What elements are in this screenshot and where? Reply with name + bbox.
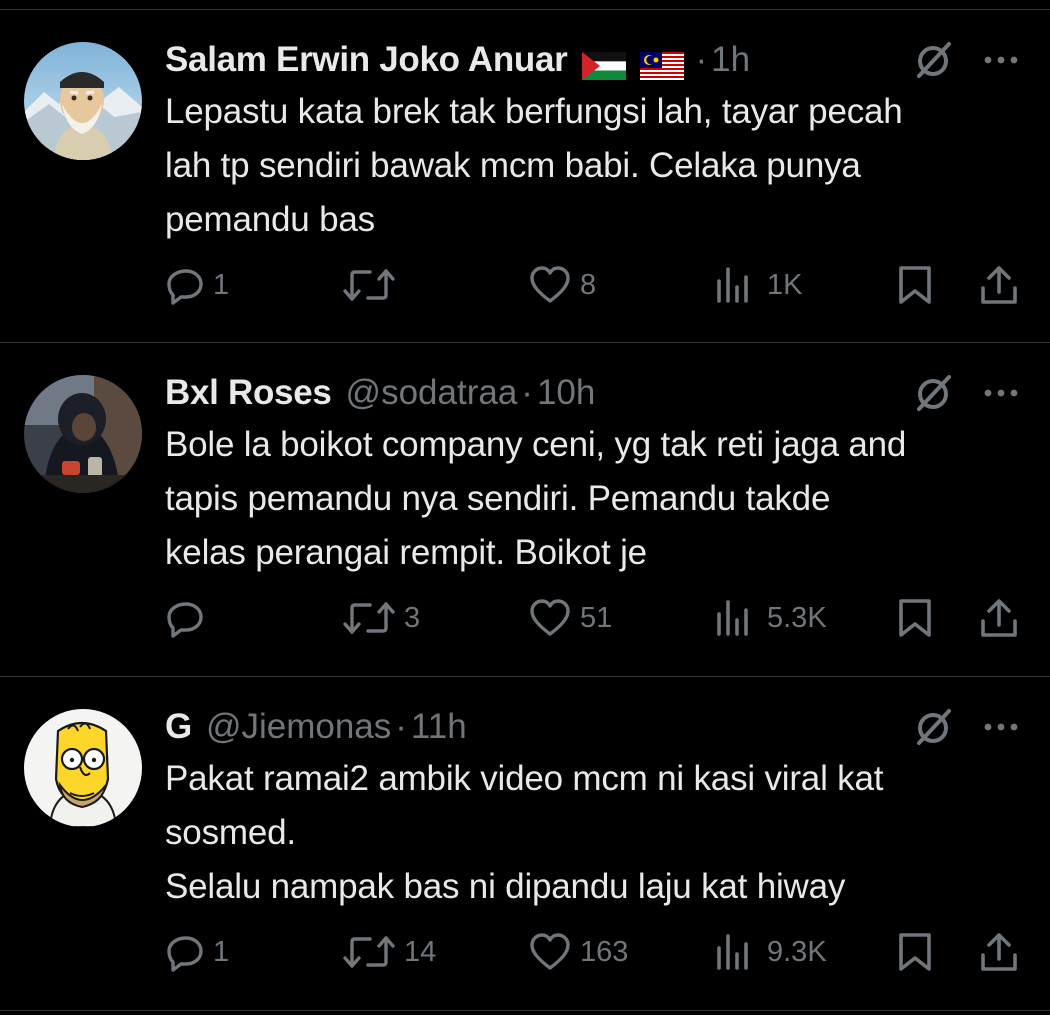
reply-count: 1 [213, 935, 230, 968]
like-count: 51 [580, 601, 613, 634]
repost-count: 14 [404, 935, 437, 968]
like-button[interactable]: 8 [528, 260, 596, 310]
more-icon[interactable] [978, 37, 1024, 83]
reply-button[interactable]: 1 [165, 260, 229, 310]
tweet[interactable]: G @Jiemonas · 11h Pakat ramai2 ambik vid… [0, 677, 1050, 1011]
separator-dot: · [395, 707, 407, 746]
timestamp[interactable]: 11h [411, 704, 467, 750]
views-count: 1K [767, 268, 803, 301]
timestamp[interactable]: 10h [537, 370, 595, 416]
bookmark-button[interactable] [895, 927, 935, 977]
tweet[interactable]: Bxl Roses @sodatraa · 10h Bole la boikot… [0, 343, 1050, 677]
reply-icon [167, 936, 203, 972]
tweet-text: Lepastu kata brek tak berfungsi lah, tay… [165, 85, 1035, 247]
action-bar: 1 8 1K [0, 260, 1050, 310]
share-button[interactable] [978, 927, 1020, 977]
top-divider [0, 0, 1050, 10]
username[interactable]: @Jiemonas [206, 704, 391, 750]
more-icon[interactable] [978, 370, 1024, 416]
action-bar: 1 14 163 9.3K [0, 927, 1050, 977]
repost-button[interactable]: 14 [342, 927, 436, 977]
timestamp[interactable]: 1h [711, 37, 750, 83]
tweet-text-line: Bole la boikot company ceni, yg tak reti… [165, 425, 907, 464]
like-icon [530, 933, 570, 970]
tweet[interactable]: Salam Erwin Joko Anuar · 1h Lepastu kata… [0, 10, 1050, 343]
views-button[interactable]: 5.3K [715, 593, 827, 643]
repost-icon [343, 602, 395, 634]
avatar[interactable] [24, 375, 142, 493]
bookmark-button[interactable] [895, 593, 935, 643]
separator-dot: · [695, 40, 708, 79]
repost-button[interactable] [342, 260, 404, 310]
grok-icon[interactable] [910, 704, 956, 750]
like-button[interactable]: 51 [528, 593, 612, 643]
like-icon [530, 599, 570, 636]
bookmark-button[interactable] [895, 260, 935, 310]
repost-icon [343, 269, 395, 301]
repost-count: 3 [404, 601, 421, 634]
tweet-text-line: Lepastu kata brek tak berfungsi lah, tay… [165, 92, 903, 131]
tweet-text: Bole la boikot company ceni, yg tak reti… [165, 418, 1035, 580]
tweet-text-line: Selalu nampak bas ni dipandu laju kat hi… [165, 867, 846, 906]
share-icon [981, 933, 1017, 971]
views-count: 5.3K [767, 601, 827, 634]
repost-button[interactable]: 3 [342, 593, 420, 643]
separator-dot: · [521, 373, 533, 412]
avatar[interactable] [24, 709, 142, 827]
bookmark-icon [899, 266, 931, 304]
display-name[interactable]: Salam Erwin Joko Anuar [165, 37, 568, 83]
like-button[interactable]: 163 [528, 927, 628, 977]
bookmark-icon [899, 599, 931, 637]
palestine-flag-icon [581, 46, 626, 80]
display-name[interactable]: G [165, 704, 192, 750]
like-count: 163 [580, 935, 629, 968]
reply-icon [167, 602, 203, 638]
avatar[interactable] [24, 42, 142, 160]
share-icon [981, 599, 1017, 637]
more-icon[interactable] [978, 704, 1024, 750]
share-button[interactable] [978, 260, 1020, 310]
like-count: 8 [580, 268, 597, 301]
views-icon [717, 600, 748, 636]
tweet-text-line: sosmed. [165, 813, 296, 852]
views-button[interactable]: 1K [715, 260, 802, 310]
tweet-text-line: lah tp sendiri bawak mcm babi. Celaka pu… [165, 146, 861, 185]
reply-button[interactable]: 1 [165, 927, 229, 977]
reply-icon [167, 269, 203, 305]
username[interactable]: @sodatraa [346, 370, 518, 416]
tweet-text-line: tapis pemandu nya sendiri. Pemandu takde [165, 479, 831, 518]
tweet-text-line: kelas perangai rempit. Boikot je [165, 533, 647, 572]
grok-icon[interactable] [910, 37, 956, 83]
bookmark-icon [899, 933, 931, 971]
share-icon [981, 266, 1017, 304]
views-icon [717, 934, 748, 970]
repost-icon [343, 936, 395, 968]
action-bar: 3 51 5.3K [0, 593, 1050, 643]
tweet-text: Pakat ramai2 ambik video mcm ni kasi vir… [165, 752, 1035, 914]
tweet-header: Bxl Roses @sodatraa · 10h [165, 370, 595, 416]
views-button[interactable]: 9.3K [715, 927, 827, 977]
views-icon [717, 267, 748, 303]
tweet-header: Salam Erwin Joko Anuar · 1h [165, 37, 750, 83]
views-count: 9.3K [767, 935, 827, 968]
reply-button[interactable] [165, 593, 213, 643]
reply-count: 1 [213, 268, 230, 301]
malaysia-flag-icon [639, 46, 684, 80]
share-button[interactable] [978, 593, 1020, 643]
like-icon [530, 266, 570, 303]
tweet-header: G @Jiemonas · 11h [165, 704, 467, 750]
display-name[interactable]: Bxl Roses [165, 370, 332, 416]
grok-icon[interactable] [910, 370, 956, 416]
tweet-text-line: Pakat ramai2 ambik video mcm ni kasi vir… [165, 759, 884, 798]
tweet-text-line: pemandu bas [165, 200, 375, 239]
